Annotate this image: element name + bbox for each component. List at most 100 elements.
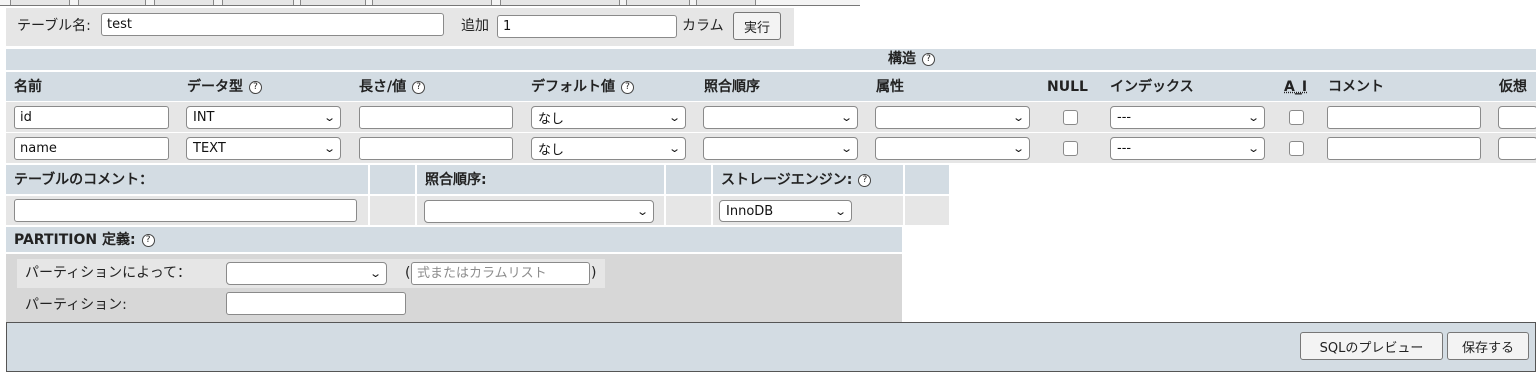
tab[interactable] (372, 0, 492, 5)
header-attributes: 属性 (876, 79, 904, 95)
table-comment-input[interactable] (14, 199, 357, 222)
partition-title: PARTITION 定義:? (14, 231, 155, 249)
options-spacer (666, 165, 711, 194)
column-index-select[interactable]: --- ⌄ (1110, 137, 1265, 160)
column-length-input[interactable] (359, 137, 513, 160)
header-comment: コメント (1328, 79, 1384, 95)
column-comment-input[interactable] (1327, 106, 1481, 129)
header-name: 名前 (14, 79, 42, 95)
header-default: デフォルト値? (531, 78, 634, 96)
null-checkbox[interactable] (1063, 141, 1078, 156)
add-label: 追加 (461, 18, 489, 34)
chevron-down-icon: ⌄ (833, 204, 847, 218)
tab[interactable] (626, 0, 690, 5)
chevron-down-icon: ⌄ (322, 142, 336, 155)
partitions-count-input[interactable] (226, 292, 406, 315)
help-icon[interactable]: ? (141, 233, 155, 247)
chevron-down-icon: ⌄ (1011, 142, 1025, 155)
chevron-down-icon: ⌄ (1246, 111, 1260, 124)
table-comment-label: テーブルのコメント： (14, 172, 154, 188)
tab[interactable] (78, 0, 146, 5)
table-collation-select[interactable]: ⌄ (424, 200, 654, 223)
add-column-count-input[interactable] (497, 15, 677, 38)
select-value: INT (193, 110, 215, 125)
tab[interactable] (500, 0, 620, 5)
column-name-input[interactable] (14, 106, 169, 129)
chevron-down-icon: ⌄ (635, 205, 649, 218)
column-type-select[interactable]: INT ⌄ (186, 106, 341, 129)
column-index-select[interactable]: --- ⌄ (1110, 106, 1265, 129)
header-length-text: 長さ/値 (359, 79, 407, 95)
paren-close: ) (591, 265, 597, 281)
select-value: InnoDB (726, 203, 774, 219)
structure-header (6, 49, 1536, 70)
tab[interactable] (10, 0, 70, 5)
chevron-down-icon: ⌄ (839, 111, 853, 124)
partition-by-label: パーティションによって： (25, 265, 192, 281)
help-icon[interactable]: ? (922, 52, 935, 66)
select-value: なし (538, 112, 565, 127)
select-value: --- (1117, 141, 1132, 156)
tab[interactable] (300, 0, 366, 5)
chevron-down-icon: ⌄ (667, 111, 681, 124)
chevron-down-icon: ⌄ (1246, 142, 1260, 155)
auto-increment-checkbox[interactable] (1289, 110, 1304, 125)
tab-strip (0, 0, 860, 6)
storage-engine-label: ストレージエンジン:? (721, 171, 872, 189)
auto-increment-checkbox[interactable] (1289, 141, 1304, 156)
options-spacer (905, 196, 949, 225)
select-value: なし (538, 143, 565, 158)
column-collation-select[interactable]: ⌄ (703, 137, 858, 160)
partition-expression-input[interactable] (411, 262, 590, 285)
column-label: カラム (682, 18, 724, 34)
column-type-select[interactable]: TEXT ⌄ (186, 137, 341, 160)
table-name-input[interactable] (101, 13, 444, 36)
column-name-input[interactable] (14, 137, 169, 160)
storage-engine-select[interactable]: InnoDB ⌄ (719, 200, 852, 222)
sql-preview-button[interactable]: SQLのプレビュー (1300, 332, 1443, 360)
tab[interactable] (222, 0, 294, 5)
column-collation-select[interactable]: ⌄ (703, 106, 858, 129)
header-length: 長さ/値? (359, 78, 426, 96)
null-checkbox[interactable] (1063, 110, 1078, 125)
column-virtual-select[interactable] (1498, 137, 1536, 160)
column-attribute-select[interactable]: ⌄ (875, 137, 1030, 160)
column-default-select[interactable]: なし ⌄ (531, 137, 686, 160)
save-button[interactable]: 保存する (1447, 332, 1529, 360)
paren-open: ( (405, 265, 411, 281)
column-default-select[interactable]: なし ⌄ (531, 106, 686, 129)
column-comment-input[interactable] (1327, 137, 1481, 160)
chevron-down-icon: ⌄ (839, 142, 853, 155)
chevron-down-icon: ⌄ (667, 142, 681, 155)
header-collation: 照合順序 (704, 79, 760, 95)
column-virtual-select[interactable] (1498, 106, 1536, 129)
column-length-input[interactable] (359, 106, 513, 129)
partition-by-select[interactable]: ⌄ (226, 262, 387, 285)
help-icon[interactable]: ? (249, 80, 262, 94)
header-null: NULL (1047, 79, 1088, 95)
tab[interactable] (154, 0, 214, 5)
chevron-down-icon: ⌄ (322, 111, 336, 124)
chevron-down-icon: ⌄ (368, 267, 382, 280)
header-ai: A_I (1284, 79, 1308, 95)
options-spacer (370, 165, 415, 194)
storage-engine-text: ストレージエンジン: (721, 172, 853, 188)
table-name-label: テーブル名: (17, 18, 91, 34)
options-spacer (666, 196, 711, 225)
chevron-down-icon: ⌄ (1011, 111, 1025, 124)
header-virtual: 仮想 (1499, 79, 1527, 95)
table-collation-label: 照合順序: (425, 172, 487, 188)
help-icon[interactable]: ? (412, 80, 426, 94)
select-value: TEXT (193, 141, 226, 156)
help-icon[interactable]: ? (858, 173, 872, 187)
tab[interactable] (696, 0, 756, 5)
partition-title-text: PARTITION 定義: (14, 232, 136, 248)
header-type-text: データ型 (187, 79, 243, 95)
header-type: データ型? (187, 78, 262, 96)
help-icon[interactable]: ? (621, 80, 634, 94)
options-spacer (370, 196, 415, 225)
run-button[interactable]: 実行 (733, 12, 781, 40)
column-attribute-select[interactable]: ⌄ (875, 106, 1030, 129)
header-index: インデックス (1110, 79, 1194, 95)
structure-title-text: 構造 (888, 51, 916, 67)
